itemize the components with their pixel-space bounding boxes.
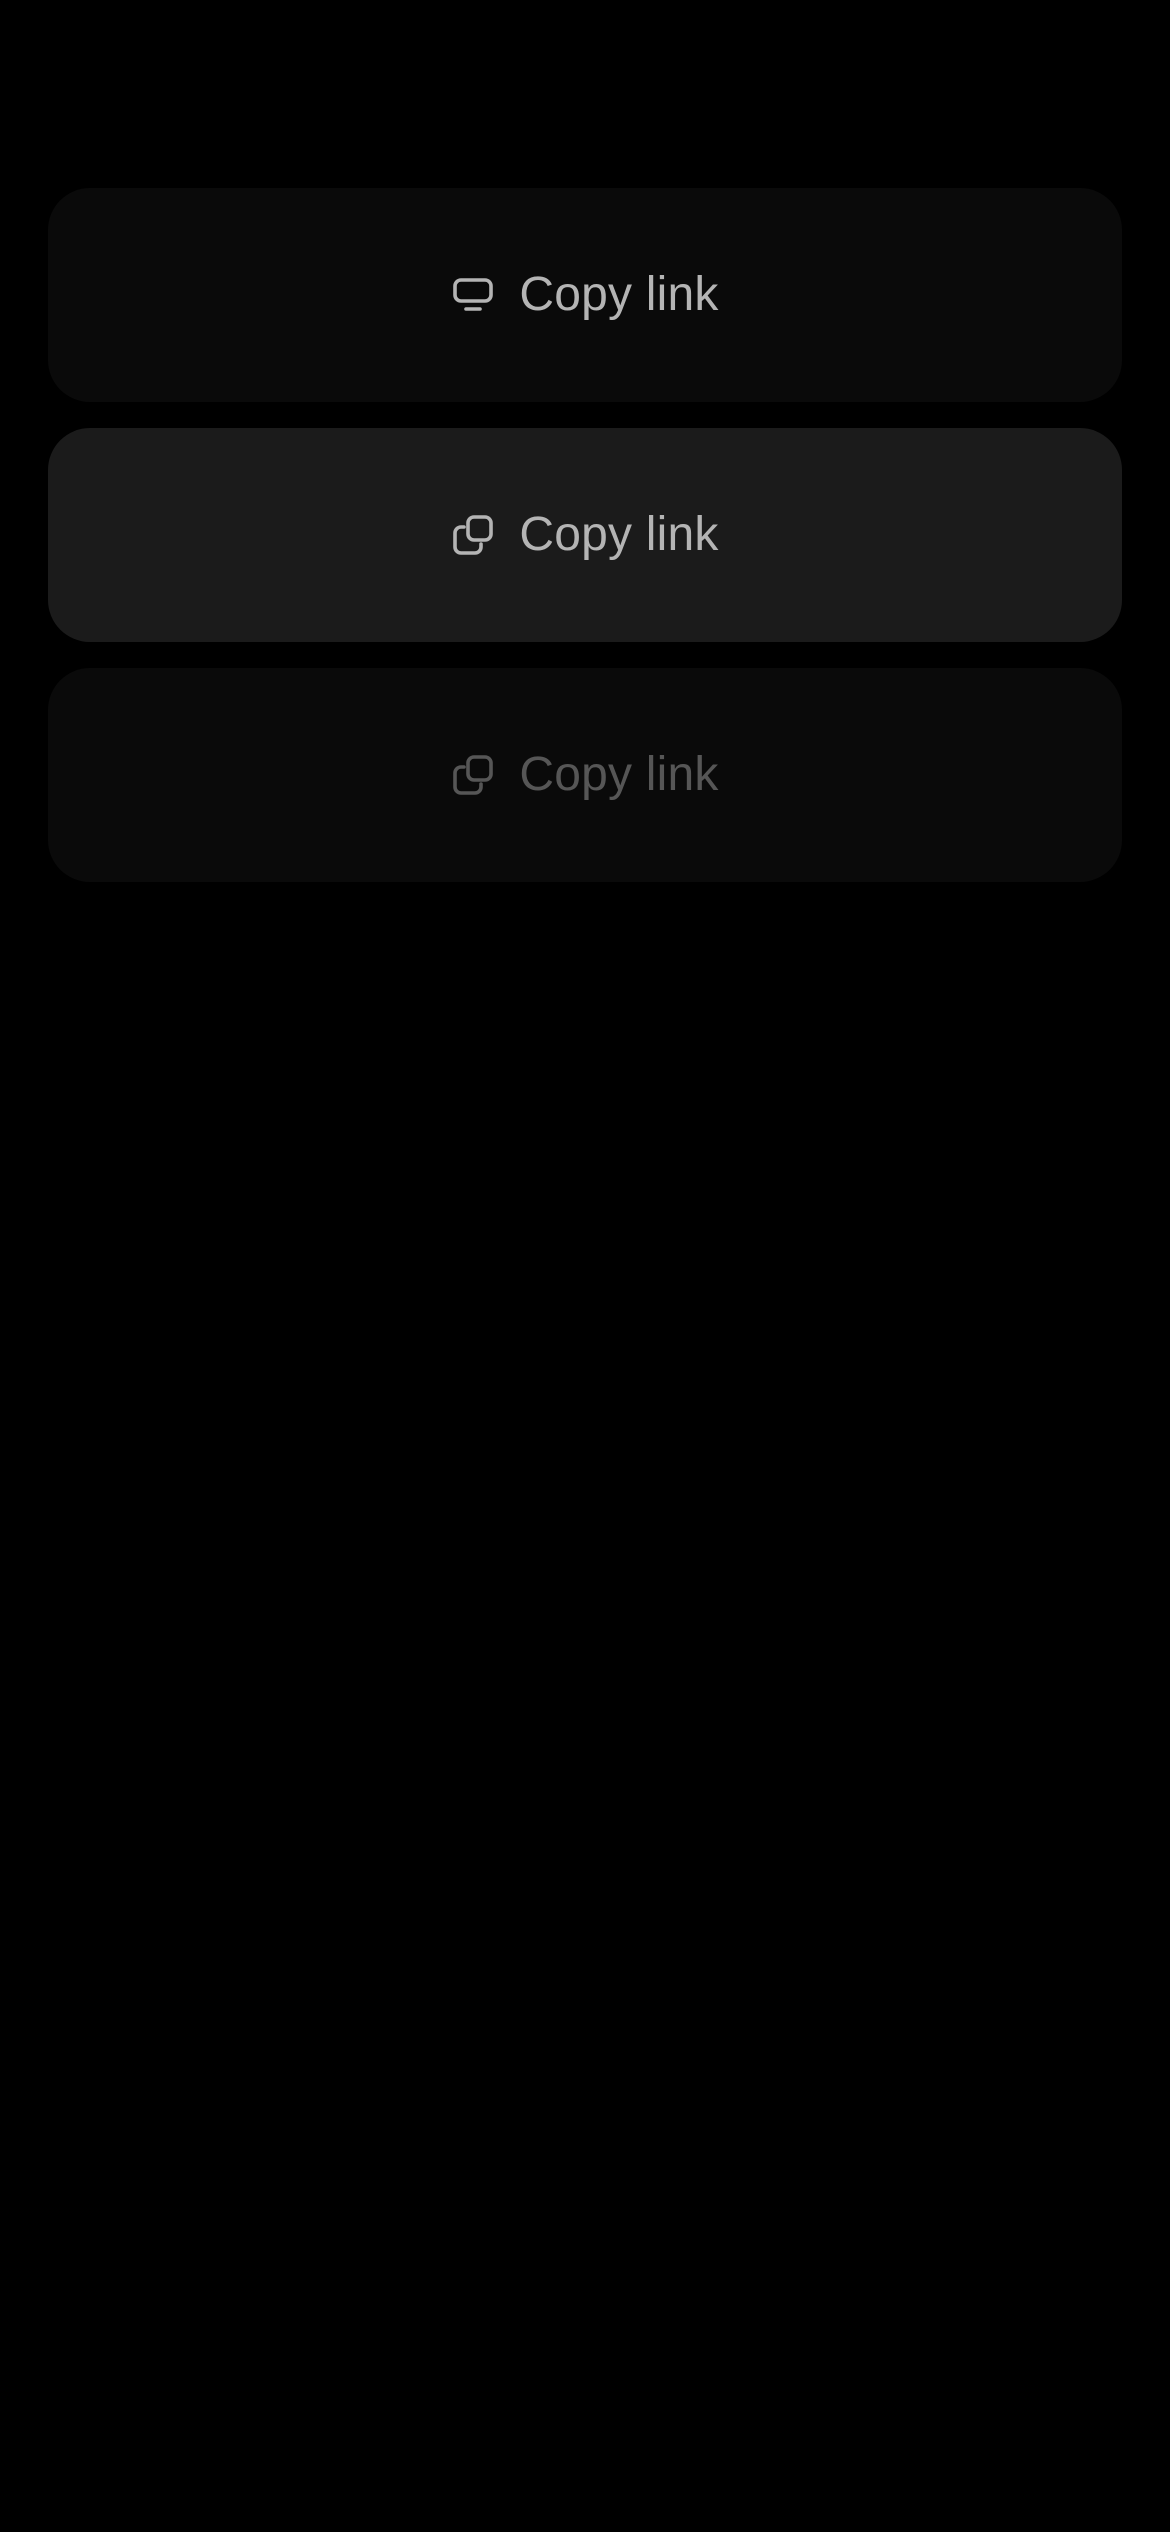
copy-link-label: Copy link <box>519 748 719 801</box>
copy-link-button-default[interactable]: Copy link <box>48 188 1122 402</box>
copy-icon <box>451 513 495 557</box>
copy-icon <box>451 753 495 797</box>
copy-link-button-pressed[interactable]: Copy link <box>48 428 1122 642</box>
copy-link-button-disabled: Copy link <box>48 668 1122 882</box>
copy-link-label: Copy link <box>519 268 719 321</box>
copy-link-label: Copy link <box>519 508 719 561</box>
monitor-icon <box>451 273 495 317</box>
